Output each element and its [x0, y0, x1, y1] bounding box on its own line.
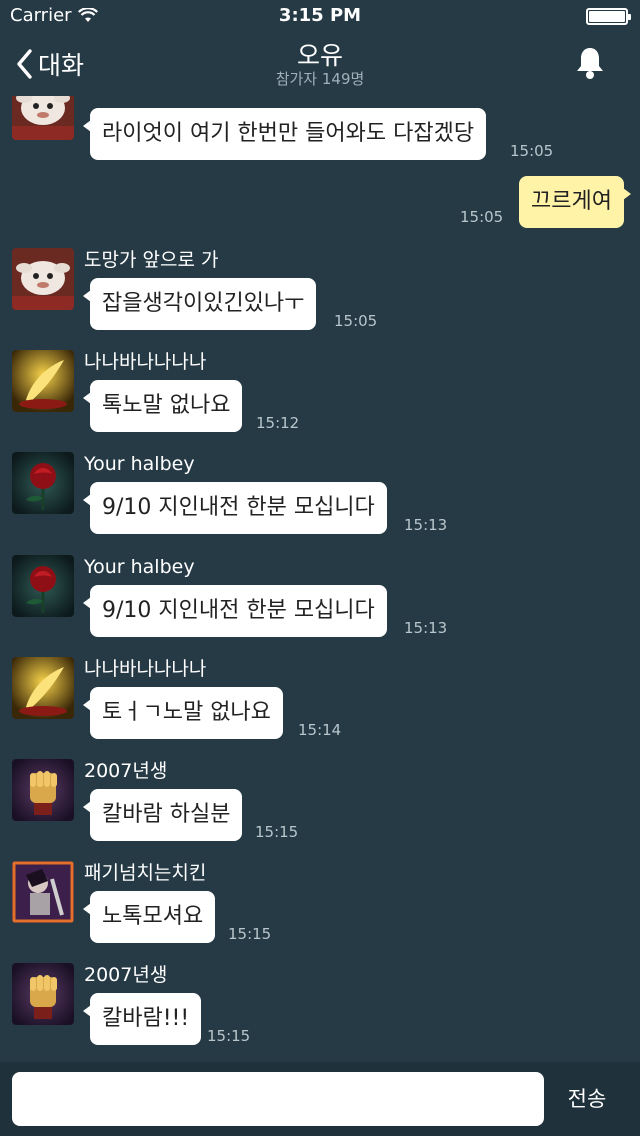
rose-avatar[interactable] [12, 452, 74, 514]
message-bubble[interactable]: 칼바람 하실분 [82, 789, 243, 841]
poro-icon [12, 248, 74, 310]
sender-name: Your halbey [84, 556, 195, 578]
message-time: 15:15 [228, 925, 272, 943]
bell-icon [577, 48, 603, 79]
gauntlet-avatar[interactable] [12, 963, 74, 1025]
message-text: 9/10 지인내전 한분 모십니다 [102, 495, 375, 520]
message-text: 잡을생각이있긴있나ㅜ [102, 291, 305, 316]
gauntlet-icon [12, 963, 74, 1025]
message-text: 라이엇이 여기 한번만 들어와도 다잡겠당 [102, 121, 475, 146]
message-time: 15:12 [256, 414, 300, 432]
gauntlet-icon [12, 759, 74, 821]
chat-screen: Carrier 3:15 PM 대화 오유 참가자 149명 라이엇이 여기 한… [0, 0, 640, 1136]
warrior-avatar[interactable] [12, 861, 74, 923]
participant-count: 참가자 149명 [275, 70, 365, 88]
gold-quill-avatar[interactable] [12, 657, 74, 719]
sender-name: 나나바나나나나 [84, 351, 207, 373]
sender-name: 패기넘치는치킨 [84, 862, 207, 884]
sender-name: 2007년생 [84, 760, 168, 782]
message-bubble-outgoing[interactable]: 끄르게여 [519, 176, 631, 228]
message-bubble[interactable]: 9/10 지인내전 한분 모십니다 [83, 585, 387, 637]
rose-icon [12, 452, 74, 514]
message-time: 15:15 [207, 1027, 251, 1045]
notification-button[interactable] [574, 46, 606, 80]
message-time: 15:13 [404, 619, 448, 637]
message-bubble[interactable]: 칼바람!!! [82, 993, 202, 1045]
message-text: 토ㅓㄱ노말 없나요 [102, 700, 271, 725]
rose-icon [12, 555, 74, 617]
message-bubble[interactable]: 토ㅓㄱ노말 없나요 [83, 687, 283, 739]
warrior-icon [12, 861, 74, 923]
poro-avatar[interactable] [12, 96, 74, 140]
message-time: 15:05 [510, 142, 554, 160]
message-bubble[interactable]: 노톡모셔요 [82, 891, 216, 943]
nav-title: 오유 참가자 149명 [0, 41, 640, 89]
nav-bar: 대화 오유 참가자 149명 [0, 34, 640, 96]
message-time: 15:05 [334, 312, 378, 330]
send-button[interactable]: 전송 [552, 1072, 622, 1126]
message-bubble[interactable]: 잡을생각이있긴있나ㅜ [82, 278, 317, 330]
message-text: 칼바람!!! [102, 1006, 190, 1031]
message-time: 15:05 [460, 208, 504, 226]
gold-quill-icon [12, 657, 74, 719]
message-text: 톡노말 없나요 [102, 393, 231, 418]
message-time: 15:13 [404, 516, 448, 534]
composer-bar: 전송 [0, 1062, 640, 1136]
message-text: 9/10 지인내전 한분 모십니다 [102, 598, 375, 623]
message-list[interactable]: 라이엇이 여기 한번만 들어와도 다잡겠당 15:05 15:05 끄르게여 도… [0, 96, 640, 1062]
message-time: 15:14 [298, 721, 342, 739]
message-bubble[interactable]: 9/10 지인내전 한분 모십니다 [83, 482, 387, 534]
sender-name: 나나바나나나나 [84, 658, 207, 680]
message-bubble[interactable]: 톡노말 없나요 [82, 380, 243, 432]
message-time: 15:15 [255, 823, 299, 841]
message-text: 노톡모셔요 [102, 904, 204, 929]
gold-quill-avatar[interactable] [12, 350, 74, 412]
room-title: 오유 [296, 41, 343, 70]
status-bar: Carrier 3:15 PM [0, 0, 640, 34]
message-bubble[interactable]: 라이엇이 여기 한번만 들어와도 다잡겠당 [82, 108, 487, 160]
battery-icon [586, 8, 631, 25]
poro-icon [12, 96, 74, 140]
sender-name: Your halbey [84, 453, 195, 475]
poro-avatar[interactable] [12, 248, 74, 310]
sender-name: 2007년생 [84, 964, 168, 986]
message-input[interactable] [12, 1072, 544, 1126]
gold-quill-icon [12, 350, 74, 412]
sender-name: 도망가 앞으로 가 [84, 249, 219, 271]
message-text: 끄르게여 [531, 189, 612, 214]
status-time: 3:15 PM [278, 5, 362, 26]
rose-avatar[interactable] [12, 555, 74, 617]
message-text: 칼바람 하실분 [102, 802, 231, 827]
gauntlet-avatar[interactable] [12, 759, 74, 821]
